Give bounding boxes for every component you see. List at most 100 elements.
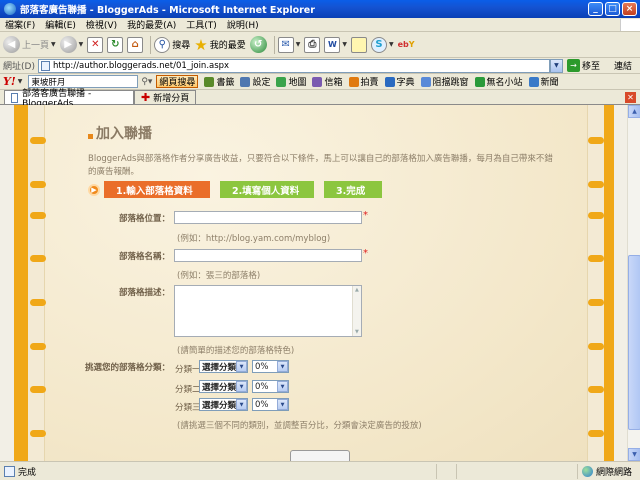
go-button[interactable]: → 移至 [566,59,600,72]
chevron-down-icon[interactable]: ▼ [18,78,23,85]
menu-tools[interactable]: 工具(T) [181,18,222,31]
messenger-button[interactable]: S ▼ [371,36,394,53]
menu-view[interactable]: 檢視(V) [81,18,122,31]
address-dropdown-button[interactable]: ▼ [549,58,563,73]
blog-name-input[interactable] [174,249,362,262]
new-tab-button[interactable]: ✚ 新增分頁 [134,90,197,104]
bookmark-icon [204,76,215,87]
history-button[interactable]: ↺ [249,36,267,53]
close-button[interactable]: × [622,2,637,16]
security-zone: 網際網路 [576,463,640,479]
yahoo-item-label: 阻擋跳窗 [432,78,469,88]
category-2-percent-select[interactable]: 0% ▼ [252,380,289,393]
stop-button[interactable]: ✕ [87,36,104,53]
go-arrow-icon: → [566,59,580,72]
dictionary-icon [384,76,395,87]
category-3-select[interactable]: 選擇分類 ▼ [199,398,248,411]
page-scrollbar[interactable]: ▲ ▼ [627,105,640,461]
web-search-button[interactable]: 網頁搜尋 [156,75,199,88]
chevron-down-icon: ▼ [389,41,394,48]
textarea-scrollbar[interactable]: ▲ ▼ [352,286,361,336]
mail-button[interactable]: ✉ ▼ [277,36,300,53]
yahoo-item-label: 地圖 [288,78,307,88]
yahoo-item-auction[interactable]: 拍賣 [348,75,379,88]
scroll-down-button[interactable]: ▼ [628,448,640,461]
forward-button[interactable]: ▶ ▼ [59,36,84,53]
refresh-button[interactable]: ↻ [107,36,124,53]
go-label: 移至 [581,62,600,72]
scroll-thumb[interactable] [628,255,640,430]
window-title: 部落客廣告聯播 - BloggerAds - Microsoft Interne… [20,5,315,16]
search-button[interactable]: ⚲ 搜尋 [154,36,190,53]
back-arrow-icon: ◀ [3,36,20,53]
yahoo-item-mail[interactable]: 信箱 [312,75,343,88]
yahoo-item-label: 字典 [396,78,415,88]
print-button[interactable]: ⎙ [304,36,321,53]
yahoo-item-bookmarks[interactable]: 書籤 [204,75,234,88]
blog-url-label: 部落格位置： [118,214,170,224]
back-button[interactable]: ◀ 上一頁 ▼ [3,36,56,53]
zone-label: 網際網路 [595,467,632,478]
refresh-icon: ↻ [107,36,124,53]
maximize-button[interactable]: □ [605,2,620,16]
address-input[interactable]: http://author.bloggerads.net/01_join.asp… [37,58,550,73]
yahoo-item-news[interactable]: 新聞 [528,75,559,88]
stop-icon: ✕ [87,36,104,53]
category-3-value: 選擇分類 [202,400,237,411]
status-cell [456,463,476,479]
yahoo-item-dictionary[interactable]: 字典 [384,75,415,88]
menu-help[interactable]: 說明(H) [222,18,264,31]
magnifier-icon[interactable]: ⚲▾ [141,77,152,87]
menu-edit[interactable]: 編輯(E) [40,18,81,31]
yahoo-item-popup-blocker[interactable]: 阻擋跳窗 [420,75,469,88]
note-icon [351,36,367,53]
new-tab-label: 新增分頁 [153,94,190,104]
category-1-select[interactable]: 選擇分類 ▼ [199,360,248,373]
yahoo-logo-icon[interactable]: Y! [3,75,16,88]
tab-bloggerads[interactable]: 部落客廣告聯播 - BloggerAds [4,89,134,109]
category-3-percent: 0% [255,399,269,410]
chevron-down-icon: ▼ [51,41,56,48]
minimize-button[interactable]: _ [588,2,603,16]
chevron-down-icon: ▼ [78,41,84,48]
blog-desc-label: 部落格描述： [118,288,170,298]
popup-blocker-icon [420,76,431,87]
chevron-down-icon: ▼ [277,361,288,372]
ebay-button[interactable]: eb Y [398,40,415,49]
category-2-select[interactable]: 選擇分類 ▼ [199,380,248,393]
discuss-button[interactable] [351,36,367,53]
home-button[interactable]: ⌂ [127,36,144,53]
category-2-value: 選擇分類 [202,382,237,393]
category-3-percent-select[interactable]: 0% ▼ [252,398,289,411]
yahoo-item-label: 新聞 [540,78,559,88]
blog-url-hint: (例如：http://blog.yam.com/myblog) [177,234,331,244]
favorites-button[interactable]: ★ 我的最愛 [194,36,245,54]
blog-url-input[interactable] [174,211,362,224]
address-label: 網址(D) [3,62,35,72]
links-button[interactable]: 連結 [614,59,632,72]
chevron-down-icon: ▼ [236,381,247,392]
yahoo-item-label: 信箱 [324,78,343,88]
blog-name-hint: (例如：張三的部落格) [177,271,261,281]
category-1-label: 分類一 [175,365,201,375]
category-1-percent-select[interactable]: 0% ▼ [252,360,289,373]
yahoo-item-wretch[interactable]: 無名小站 [474,75,523,88]
title-bar: 部落客廣告聯播 - BloggerAds - Microsoft Interne… [0,0,640,18]
close-tab-button[interactable]: ✕ [625,92,636,103]
globe-icon [581,465,593,477]
edit-button[interactable]: W ▼ [324,36,347,53]
chevron-down-icon: ▼ [236,361,247,372]
yahoo-item-settings[interactable]: 設定 [240,75,270,88]
chevron-down-icon: ▼ [342,41,347,48]
favorites-label: 我的最愛 [209,41,246,51]
yahoo-item-maps[interactable]: 地圖 [276,75,306,88]
scroll-up-button[interactable]: ▲ [628,105,640,118]
blog-desc-textarea[interactable]: ▲ ▼ [174,285,362,337]
next-step-button[interactable] [290,450,350,461]
menu-file[interactable]: 檔案(F) [0,18,40,31]
chevron-down-icon: ▼ [236,399,247,410]
menu-favorites[interactable]: 我的最愛(A) [122,18,181,31]
category-3-label: 分類三 [175,403,201,413]
category-1-percent: 0% [255,361,269,372]
scroll-up-icon: ▲ [355,287,359,293]
